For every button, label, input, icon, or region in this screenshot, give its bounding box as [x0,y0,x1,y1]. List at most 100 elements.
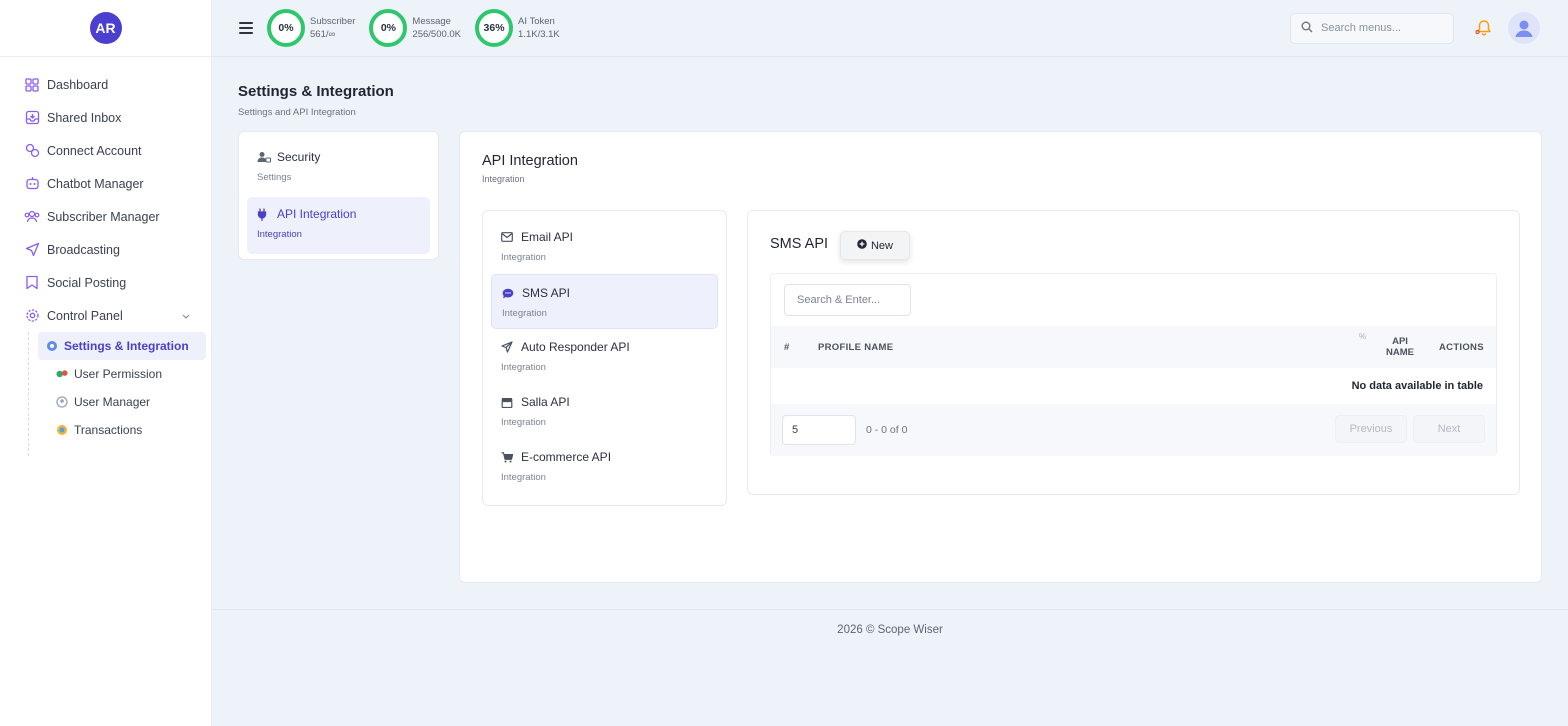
sidebar-subitem-label: Transactions [74,423,143,437]
sidebar-subitem-label: User Manager [74,395,151,409]
sms-panel-title: SMS API [770,236,829,252]
user-manager-icon [56,396,68,408]
sidebar-subitem-user-manager[interactable]: User Manager [38,388,206,416]
api-tab-salla[interactable]: Salla API Integration [491,384,718,439]
sidebar-subitem-settings-integration[interactable]: Settings & Integration [38,332,206,360]
sidebar-subitem-user-permission[interactable]: User Permission [38,360,206,388]
sidebar-logo-area: AR [0,0,211,57]
sidebar-item-label: Broadcasting [47,242,120,257]
settings-tab-security[interactable]: Security Settings [247,140,430,197]
api-tab-title: Auto Responder API [521,340,630,354]
stat-value: 1.1K/3.1K [518,29,560,40]
chat-icon [502,288,516,299]
api-tab-sms[interactable]: SMS API Integration [491,274,718,329]
sidebar-item-control-panel[interactable]: Control Panel [0,299,212,332]
sidebar-item-chatbot-manager[interactable]: Chatbot Manager [0,167,212,200]
send-icon [24,242,40,258]
envelope-icon [501,232,515,242]
table-footer: 0 - 0 of 0 Previous Next [771,404,1496,456]
sidebar-item-shared-inbox[interactable]: Shared Inbox [0,101,212,134]
paper-plane-icon [501,341,515,353]
sidebar-item-label: Chatbot Manager [47,176,144,191]
column-header-profile-name[interactable]: PROFILE NAME [818,342,893,353]
stat-message: 0% Message 256/500.0K [369,9,461,47]
stat-ai-token: 36% AI Token 1.1K/3.1K [475,9,560,47]
api-list: Email API Integration SMS API Integratio… [482,210,727,506]
stat-label: AI Token [518,16,555,27]
sidebar-item-subscriber-manager[interactable]: Subscriber Manager [0,200,212,233]
column-header-api-line1: API [1392,336,1408,347]
stat-label: Message [412,16,451,27]
top-header: 0% Subscriber 561/∞ 0% Message 256/500.0… [212,0,1568,57]
sms-profile-table: # PROFILE NAME % API NAME ACTIONS No dat… [770,273,1497,456]
sidebar-item-label: Control Panel [47,308,123,323]
sms-api-panel: SMS API New # PROFILE NAME % API NAME AC… [747,210,1520,495]
sidebar-item-label: Shared Inbox [47,110,122,125]
control-panel-submenu: Settings & Integration User Permission U… [28,332,212,456]
stat-value: 256/500.0K [412,29,462,40]
search-icon [1301,21,1313,36]
settings-tab-api-integration[interactable]: API Integration Integration [247,197,430,254]
dashboard-icon [24,77,40,93]
user-lock-icon [257,151,271,163]
sidebar-item-broadcasting[interactable]: Broadcasting [0,233,212,266]
new-button-label: New [870,239,893,252]
table-header: # PROFILE NAME % API NAME ACTIONS [771,326,1496,368]
column-sort-indicator: % [1359,332,1367,341]
stat-label: Subscriber [310,16,356,27]
cart-icon [501,451,515,463]
menu-toggle-icon[interactable] [239,22,253,34]
page-title: Settings & Integration [238,83,394,100]
sidebar-item-dashboard[interactable]: Dashboard [0,68,212,101]
previous-page-button[interactable]: Previous [1335,415,1407,443]
table-search-input[interactable] [784,284,911,316]
sidebar-subitem-label: Settings & Integration [64,339,189,353]
column-header-actions[interactable]: ACTIONS [1439,342,1484,353]
stat-ring: 0% [369,9,408,47]
bookmark-icon [24,275,40,291]
brand-logo[interactable]: AR [89,12,122,44]
next-page-button[interactable]: Next [1413,415,1485,443]
sidebar-item-social-posting[interactable]: Social Posting [0,266,212,299]
api-tab-subtitle: Integration [501,252,546,263]
sidebar-item-connect-account[interactable]: Connect Account [0,134,212,167]
link-icon [24,143,40,159]
search-input[interactable] [1321,22,1441,34]
sidebar-subitem-transactions[interactable]: Transactions [38,416,206,444]
transactions-icon [56,424,68,436]
inbox-icon [24,110,40,126]
users-icon [24,209,40,225]
section-subtitle: Integration [482,174,525,184]
column-header-api-name[interactable]: API NAME [1381,336,1419,358]
settings-tab-subtitle: Settings [257,172,292,183]
api-tab-email[interactable]: Email API Integration [491,219,718,274]
stat-subscriber: 0% Subscriber 561/∞ [267,9,355,47]
api-tab-auto-responder[interactable]: Auto Responder API Integration [491,329,718,384]
api-tab-title: SMS API [522,286,571,300]
stat-ring: 36% [475,9,514,47]
table-empty-message: No data available in table [1351,380,1483,392]
sidebar-nav: Dashboard Shared Inbox Connect Account C… [0,68,212,456]
api-integration-card: API Integration Integration Email API In… [459,131,1542,583]
settings-menu-card: Security Settings API Integration Integr… [238,131,439,260]
menu-search [1290,12,1454,44]
permission-icon [56,368,68,380]
settings-tab-subtitle: Integration [257,229,302,240]
chevron-down-icon [182,311,190,321]
sidebar: AR Dashboard Shared Inbox Connect Accoun… [0,0,212,726]
settings-tab-title: API Integration [277,207,357,221]
footer-divider [212,609,1568,610]
new-sms-profile-button[interactable]: New [840,231,910,260]
user-avatar[interactable] [1508,12,1540,44]
api-tab-ecommerce[interactable]: E-commerce API Integration [491,439,718,494]
column-header-num[interactable]: # [784,342,789,353]
stat-ring: 0% [267,9,305,47]
sidebar-item-label: Social Posting [47,275,127,290]
notification-bell-icon[interactable] [1474,18,1494,38]
plus-circle-icon [857,239,867,252]
sidebar-item-label: Dashboard [47,77,109,92]
footer-copyright: 2026 © Scope Wiser [837,624,943,636]
page-length-input[interactable] [782,415,856,445]
section-title: API Integration [482,153,578,169]
api-tab-subtitle: Integration [501,472,546,483]
